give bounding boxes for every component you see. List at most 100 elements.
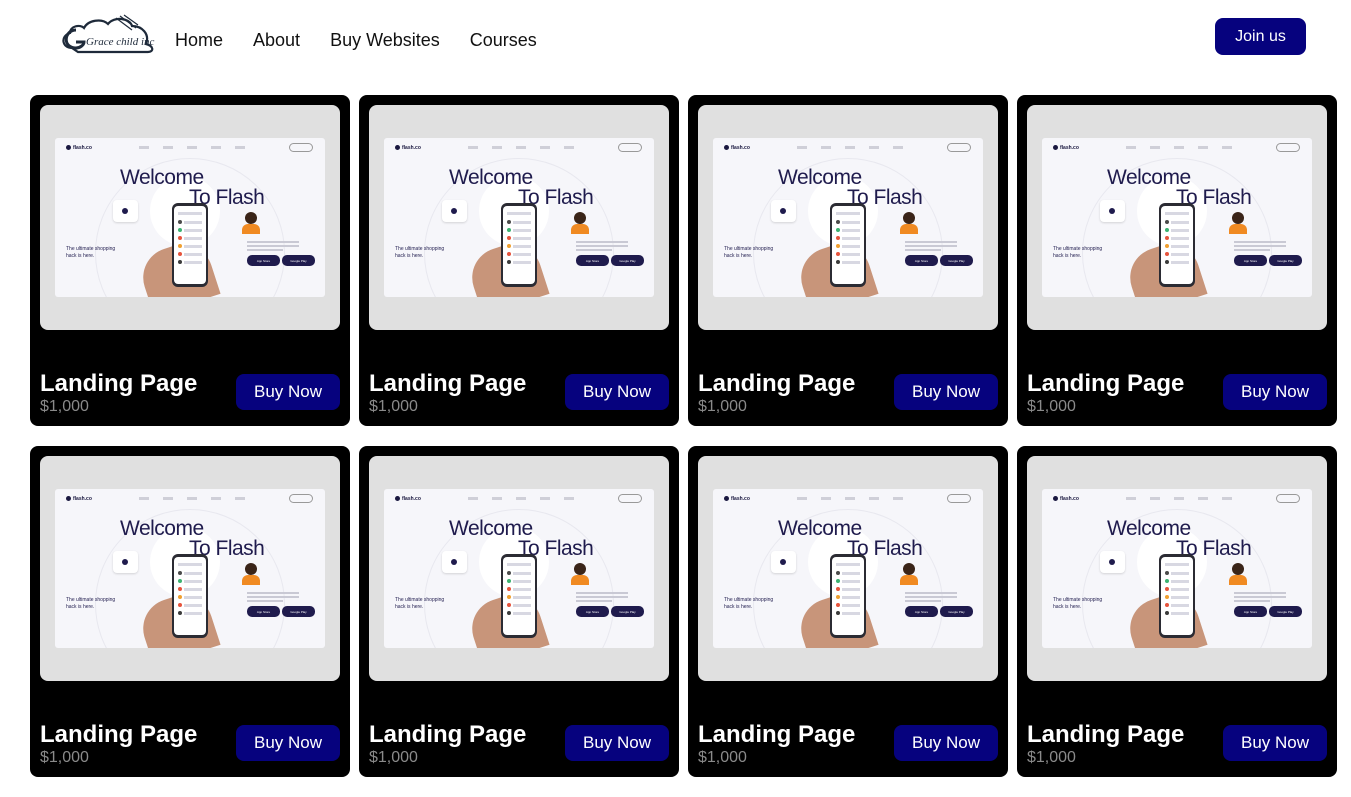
phone-image (172, 203, 208, 287)
preview-cta (289, 494, 313, 503)
buy-now-button[interactable]: Buy Now (236, 725, 340, 761)
join-us-button[interactable]: Join us (1215, 18, 1306, 55)
buy-now-button[interactable]: Buy Now (236, 374, 340, 410)
product-title: Landing Page (369, 721, 527, 748)
product-price: $1,000 (698, 749, 747, 766)
preview-brand: flash.co (1053, 496, 1079, 502)
preview-headline-1: Welcome (1107, 166, 1191, 189)
preview-headline-1: Welcome (449, 517, 533, 540)
product-thumbnail[interactable]: flash.co Welcome To Flash The ultimate s… (1027, 105, 1327, 330)
preview-description (576, 592, 628, 604)
avatar (900, 563, 918, 585)
product-title: Landing Page (40, 370, 198, 397)
phone-image (830, 554, 866, 638)
camera-icon (1100, 551, 1125, 573)
preview-cta (618, 143, 642, 152)
camera-icon (1100, 200, 1125, 222)
phone-image (501, 203, 537, 287)
product-price: $1,000 (1027, 749, 1076, 766)
google-play-badge: Google Play (940, 606, 973, 617)
buy-now-button[interactable]: Buy Now (894, 374, 998, 410)
brand-logo[interactable]: Grace child inc (58, 14, 162, 56)
google-play-badge: Google Play (611, 255, 644, 266)
preview-nav (139, 146, 245, 149)
website-preview: flash.co Welcome To Flash The ultimate s… (55, 138, 325, 297)
product-thumbnail[interactable]: flash.co Welcome To Flash The ultimate s… (369, 105, 669, 330)
preview-subtitle: The ultimate shopping hack is here. (66, 597, 116, 610)
phone-image (501, 554, 537, 638)
camera-icon (113, 551, 138, 573)
website-preview: flash.co Welcome To Flash The ultimate s… (384, 138, 654, 297)
product-title: Landing Page (698, 721, 856, 748)
website-preview: flash.co Welcome To Flash The ultimate s… (713, 489, 983, 648)
preview-store-buttons: App Store Google Play (1234, 606, 1302, 617)
phone-image (1159, 554, 1195, 638)
nav-courses[interactable]: Courses (470, 29, 537, 51)
preview-description (905, 241, 957, 253)
nav-home[interactable]: Home (175, 29, 223, 51)
product-card: flash.co Welcome To Flash The ultimate s… (1017, 95, 1337, 426)
phone-image (1159, 203, 1195, 287)
avatar (900, 212, 918, 234)
app-store-badge: App Store (247, 255, 280, 266)
preview-headline-1: Welcome (1107, 517, 1191, 540)
website-preview: flash.co Welcome To Flash The ultimate s… (713, 138, 983, 297)
product-card: flash.co Welcome To Flash The ultimate s… (30, 446, 350, 777)
preview-subtitle: The ultimate shopping hack is here. (1053, 597, 1103, 610)
product-thumbnail[interactable]: flash.co Welcome To Flash The ultimate s… (1027, 456, 1327, 681)
phone-image (172, 554, 208, 638)
buy-now-button[interactable]: Buy Now (1223, 374, 1327, 410)
product-title: Landing Page (1027, 370, 1185, 397)
preview-subtitle: The ultimate shopping hack is here. (395, 246, 445, 259)
app-store-badge: App Store (905, 606, 938, 617)
nav-about[interactable]: About (253, 29, 300, 51)
product-price: $1,000 (369, 749, 418, 766)
preview-cta (289, 143, 313, 152)
app-store-badge: App Store (905, 255, 938, 266)
preview-description (1234, 592, 1286, 604)
product-thumbnail[interactable]: flash.co Welcome To Flash The ultimate s… (698, 456, 998, 681)
product-title: Landing Page (698, 370, 856, 397)
preview-subtitle: The ultimate shopping hack is here. (724, 597, 774, 610)
product-title: Landing Page (40, 721, 198, 748)
site-header: Grace child inc Home About Buy Websites … (0, 0, 1351, 80)
website-preview: flash.co Welcome To Flash The ultimate s… (1042, 489, 1312, 648)
preview-nav (797, 497, 903, 500)
buy-now-button[interactable]: Buy Now (894, 725, 998, 761)
logo-text: Grace child inc (86, 36, 155, 48)
phone-image (830, 203, 866, 287)
app-store-badge: App Store (247, 606, 280, 617)
app-store-badge: App Store (576, 255, 609, 266)
product-price: $1,000 (40, 398, 89, 415)
preview-subtitle: The ultimate shopping hack is here. (395, 597, 445, 610)
preview-nav (797, 146, 903, 149)
nav-buy-websites[interactable]: Buy Websites (330, 29, 440, 51)
product-thumbnail[interactable]: flash.co Welcome To Flash The ultimate s… (369, 456, 669, 681)
preview-cta (1276, 494, 1300, 503)
preview-brand: flash.co (66, 145, 92, 151)
preview-headline-1: Welcome (120, 166, 204, 189)
preview-headline-1: Welcome (778, 166, 862, 189)
preview-nav (468, 497, 574, 500)
preview-headline-1: Welcome (120, 517, 204, 540)
product-thumbnail[interactable]: flash.co Welcome To Flash The ultimate s… (40, 456, 340, 681)
product-thumbnail[interactable]: flash.co Welcome To Flash The ultimate s… (40, 105, 340, 330)
product-card: flash.co Welcome To Flash The ultimate s… (1017, 446, 1337, 777)
google-play-badge: Google Play (1269, 606, 1302, 617)
google-play-badge: Google Play (282, 606, 315, 617)
main-nav: Home About Buy Websites Courses (175, 29, 567, 51)
preview-brand: flash.co (395, 496, 421, 502)
buy-now-button[interactable]: Buy Now (565, 725, 669, 761)
product-price: $1,000 (40, 749, 89, 766)
preview-description (247, 241, 299, 253)
preview-store-buttons: App Store Google Play (576, 606, 644, 617)
product-price: $1,000 (698, 398, 747, 415)
camera-icon (113, 200, 138, 222)
cloud-logo-icon (62, 14, 154, 54)
product-price: $1,000 (1027, 398, 1076, 415)
camera-icon (771, 200, 796, 222)
buy-now-button[interactable]: Buy Now (565, 374, 669, 410)
buy-now-button[interactable]: Buy Now (1223, 725, 1327, 761)
preview-headline-1: Welcome (778, 517, 862, 540)
product-thumbnail[interactable]: flash.co Welcome To Flash The ultimate s… (698, 105, 998, 330)
